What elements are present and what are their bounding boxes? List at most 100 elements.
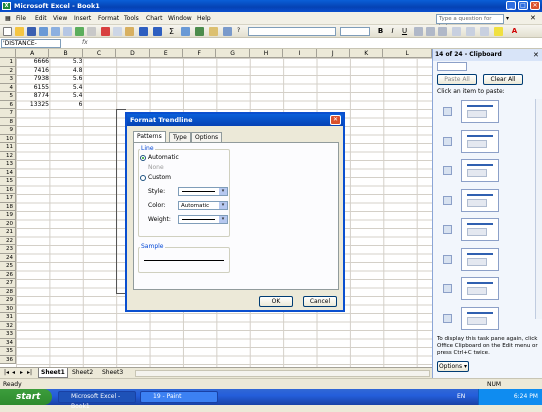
menu-tools[interactable]: Tools (124, 15, 139, 22)
col-header-g[interactable]: G (216, 49, 250, 58)
col-header-i[interactable]: I (283, 49, 317, 58)
cell-b5[interactable]: 5.4 (49, 92, 83, 101)
permission-icon[interactable] (39, 27, 48, 36)
align-right-icon[interactable] (438, 27, 447, 36)
maximize-button[interactable]: □ (518, 1, 528, 10)
menu-insert[interactable]: Insert (74, 15, 91, 22)
fill-color-icon[interactable] (494, 27, 503, 36)
row-header[interactable]: 13 (0, 160, 16, 169)
task-paint[interactable]: 19 - Paint (140, 391, 218, 403)
cell-a3[interactable]: 7938 (16, 75, 49, 84)
row-header[interactable]: 6 (0, 100, 16, 109)
italic-icon[interactable]: I (388, 27, 397, 36)
research-icon[interactable] (87, 27, 96, 36)
col-header-j[interactable]: J (316, 49, 350, 58)
menu-edit[interactable]: Edit (35, 15, 47, 22)
custom-label[interactable]: Custom (148, 174, 171, 181)
color-dropdown[interactable]: Automatic ▾ (178, 201, 228, 210)
tab-sheet2[interactable]: Sheet2 (70, 368, 95, 378)
row-header[interactable]: 7 (0, 109, 16, 118)
row-header[interactable]: 1 (0, 58, 16, 67)
row-header[interactable]: 19 (0, 211, 16, 220)
select-all-corner[interactable] (0, 49, 16, 58)
style-dropdown[interactable]: ▾ (178, 187, 228, 196)
tab-sheet1[interactable]: Sheet1 (38, 368, 68, 378)
cell-b1[interactable]: 5.3 (49, 58, 83, 67)
cell-b3[interactable]: 5.6 (49, 75, 83, 84)
col-header-f[interactable]: F (183, 49, 217, 58)
row-header[interactable]: 29 (0, 296, 16, 305)
menu-chart[interactable]: Chart (146, 15, 163, 22)
minimize-button[interactable]: _ (506, 1, 516, 10)
clipboard-item[interactable] (461, 100, 499, 123)
font-combo[interactable] (248, 27, 336, 36)
last-sheet-icon[interactable]: ▸| (25, 368, 34, 378)
row-header[interactable]: 20 (0, 219, 16, 228)
help-icon[interactable]: ? (237, 27, 243, 36)
open-icon[interactable] (15, 27, 24, 36)
help-search-input[interactable]: Type a question for help (436, 14, 504, 30)
clipboard-item[interactable] (461, 159, 499, 182)
col-header-b[interactable]: B (49, 49, 83, 58)
fx-icon[interactable]: fx (82, 39, 88, 46)
row-header[interactable]: 17 (0, 194, 16, 203)
row-header[interactable]: 5 (0, 92, 16, 101)
clipboard-item[interactable] (461, 218, 499, 241)
radio-custom[interactable] (140, 175, 146, 181)
row-header[interactable]: 11 (0, 143, 16, 152)
underline-icon[interactable]: U (400, 27, 409, 36)
drawing-icon[interactable] (209, 27, 218, 36)
borders-icon[interactable] (480, 27, 489, 36)
copy-icon[interactable] (113, 27, 122, 36)
row-header[interactable]: 31 (0, 313, 16, 322)
row-header[interactable]: 34 (0, 338, 16, 347)
col-header-h[interactable]: H (249, 49, 284, 58)
menu-file[interactable]: File (16, 15, 26, 22)
col-header-k[interactable]: K (350, 49, 384, 58)
cell-b6[interactable]: 6 (49, 101, 83, 110)
row-header[interactable]: 12 (0, 151, 16, 160)
language-indicator[interactable]: EN (457, 389, 465, 405)
size-combo[interactable] (340, 27, 370, 36)
col-header-e[interactable]: E (149, 49, 183, 58)
row-header[interactable]: 26 (0, 270, 16, 279)
zoom-icon[interactable] (223, 27, 232, 36)
currency-icon[interactable] (452, 27, 461, 36)
chart-wizard-icon[interactable] (195, 27, 204, 36)
row-header[interactable]: 35 (0, 347, 16, 356)
horizontal-scrollbar[interactable] (135, 370, 430, 377)
row-header[interactable]: 3 (0, 75, 16, 84)
cancel-button[interactable]: Cancel (303, 296, 337, 307)
row-header[interactable]: 33 (0, 330, 16, 339)
new-icon[interactable] (3, 27, 12, 36)
col-header-a[interactable]: A (16, 49, 50, 58)
clipboard-item[interactable] (461, 247, 499, 271)
row-header[interactable]: 28 (0, 287, 16, 296)
row-header[interactable]: 27 (0, 279, 16, 288)
cell-a5[interactable]: 8774 (16, 92, 49, 101)
autosum-icon[interactable]: Σ (167, 27, 176, 36)
align-center-icon[interactable] (426, 27, 435, 36)
indent-icon[interactable] (466, 27, 475, 36)
pane-scrollbar[interactable] (535, 99, 542, 319)
col-header-l[interactable]: L (383, 49, 432, 58)
clipboard-item[interactable] (461, 277, 499, 300)
save-icon[interactable] (27, 27, 36, 36)
weight-dropdown[interactable]: ▾ (178, 215, 228, 224)
name-box[interactable]: 'DISTANCE- (1, 39, 61, 48)
row-header[interactable]: 10 (0, 134, 16, 143)
menu-format[interactable]: Format (98, 15, 119, 22)
row-header[interactable]: 32 (0, 321, 16, 330)
paste-icon[interactable] (125, 27, 134, 36)
row-header[interactable]: 8 (0, 117, 16, 126)
close-button[interactable]: ✕ (530, 1, 540, 10)
col-header-c[interactable]: C (82, 49, 117, 58)
options-button[interactable]: Options ▾ (437, 361, 469, 372)
cell-a4[interactable]: 6155 (16, 84, 49, 93)
tab-type[interactable]: Type (169, 132, 191, 142)
excel-doc-icon[interactable]: ▦ (5, 15, 11, 22)
row-header[interactable]: 18 (0, 202, 16, 211)
row-header[interactable]: 21 (0, 228, 16, 237)
radio-automatic[interactable] (140, 155, 146, 161)
start-button[interactable]: start (0, 389, 52, 405)
